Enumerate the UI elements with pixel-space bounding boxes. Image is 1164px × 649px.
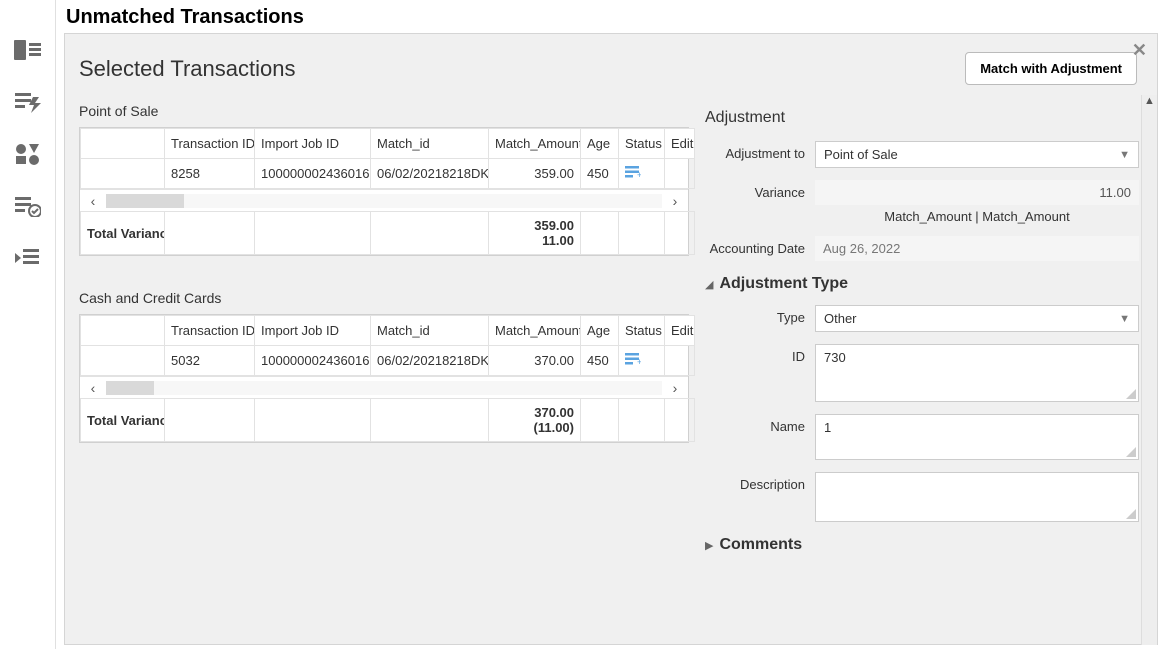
cell-import-job-id: 100000002436016 [255,346,371,376]
svg-text:+: + [637,170,641,179]
scroll-right-icon[interactable]: › [662,380,688,396]
table-header-row: Transaction ID Import Job ID Match_id Ma… [81,129,695,159]
ccc-table: Transaction ID Import Job ID Match_id Ma… [79,314,689,443]
adjustment-to-label: Adjustment to [705,141,815,161]
resize-grip-icon[interactable] [1124,387,1138,401]
total-amount-top: 359.00 [495,218,574,233]
table-row[interactable]: 5032 100000002436016 06/02/20218218DKK 3… [81,346,695,376]
cell-age: 450 [581,159,619,189]
variance-helper: Match_Amount | Match_Amount [815,205,1139,224]
totals-row: Total Variance 359.00 11.00 [81,212,695,255]
description-label: Description [705,472,815,492]
adjustment-type-toggle[interactable]: ◢ Adjustment Type [705,275,1139,293]
adjustment-heading: Adjustment [705,109,1139,127]
horizontal-scrollbar[interactable]: ‹ › [80,376,688,398]
col-transaction-id[interactable]: Transaction ID [165,129,255,159]
nav-list-arrow-icon[interactable] [13,246,43,270]
type-label: Type [705,305,815,325]
nav-doc-check-icon[interactable] [13,194,43,218]
col-match-amount[interactable]: Match_Amount [489,316,581,346]
accounting-date-value: Aug 26, 2022 [815,236,1139,261]
pos-table: Transaction ID Import Job ID Match_id Ma… [79,127,689,256]
scroll-up-icon[interactable]: ▲ [1142,95,1157,111]
triangle-right-icon: ▶ [705,539,713,552]
total-amount-top: 370.00 [495,405,574,420]
col-match-id[interactable]: Match_id [371,129,489,159]
type-select[interactable]: Other ▼ [815,305,1139,332]
horizontal-scrollbar[interactable]: ‹ › [80,189,688,211]
col-edit[interactable]: Edit [665,129,695,159]
status-icon[interactable]: + [619,159,665,189]
svg-text:+: + [637,357,641,366]
col-import-job-id[interactable]: Import Job ID [255,129,371,159]
adjustment-type-heading: Adjustment Type [719,275,848,293]
comments-heading: Comments [719,536,802,554]
comments-toggle[interactable]: ▶ Comments [705,536,1139,554]
total-variance-label: Total Variance [87,413,158,428]
resize-grip-icon[interactable] [1124,445,1138,459]
cell-age: 450 [581,346,619,376]
cell-match-id: 06/02/20218218DKK [371,159,489,189]
id-label: ID [705,344,815,364]
cell-transaction-id: 8258 [165,159,255,189]
match-with-adjustment-button[interactable]: Match with Adjustment [965,52,1137,85]
col-match-amount[interactable]: Match_Amount [489,129,581,159]
col-edit[interactable]: Edit [665,316,695,346]
type-value: Other [824,311,857,326]
ccc-section-label: Cash and Credit Cards [79,290,689,306]
totals-row: Total Variance 370.00 (11.00) [81,399,695,442]
variance-label: Variance [705,180,815,200]
vertical-scrollbar[interactable]: ▲ [1141,95,1157,645]
accounting-date-label: Accounting Date [705,236,815,256]
left-nav-rail [0,0,56,649]
total-amount-bot: 11.00 [495,233,574,248]
cell-match-id: 06/02/20218218DKK [371,346,489,376]
status-icon[interactable]: + [619,346,665,376]
name-label: Name [705,414,815,434]
col-import-job-id[interactable]: Import Job ID [255,316,371,346]
cell-transaction-id: 5032 [165,346,255,376]
id-value: 730 [824,350,846,365]
scroll-left-icon[interactable]: ‹ [80,380,106,396]
scroll-left-icon[interactable]: ‹ [80,193,106,209]
adjustment-to-select[interactable]: Point of Sale ▼ [815,141,1139,168]
pos-section-label: Point of Sale [79,103,689,119]
table-header-row: Transaction ID Import Job ID Match_id Ma… [81,316,695,346]
variance-value: 11.00 [815,180,1139,205]
col-match-id[interactable]: Match_id [371,316,489,346]
cell-match-amount: 359.00 [489,159,581,189]
name-input[interactable]: 1 [815,414,1139,460]
triangle-down-icon: ◢ [705,278,713,291]
panel-title: Selected Transactions [79,56,295,82]
table-row[interactable]: 8258 100000002436016 06/02/20218218DKK 3… [81,159,695,189]
id-input[interactable]: 730 [815,344,1139,402]
selected-transactions-panel: ✕ Selected Transactions Match with Adjus… [64,33,1158,645]
chevron-down-icon: ▼ [1119,313,1130,325]
col-status[interactable]: Status [619,316,665,346]
name-value: 1 [824,420,831,435]
total-amount-bot: (11.00) [495,420,574,435]
total-variance-label: Total Variance [87,226,158,241]
resize-grip-icon[interactable] [1124,507,1138,521]
col-status[interactable]: Status [619,129,665,159]
page-title: Unmatched Transactions [64,0,1158,33]
nav-shapes-icon[interactable] [13,142,43,166]
nav-doc-bolt-icon[interactable] [13,90,43,114]
cell-import-job-id: 100000002436016 [255,159,371,189]
col-transaction-id[interactable]: Transaction ID [165,316,255,346]
adjustment-to-value: Point of Sale [824,147,898,162]
col-age[interactable]: Age [581,129,619,159]
close-icon[interactable]: ✕ [1132,40,1147,61]
cell-match-amount: 370.00 [489,346,581,376]
col-age[interactable]: Age [581,316,619,346]
scroll-right-icon[interactable]: › [662,193,688,209]
description-input[interactable] [815,472,1139,522]
chevron-down-icon: ▼ [1119,149,1130,161]
nav-card-icon[interactable] [13,38,43,62]
